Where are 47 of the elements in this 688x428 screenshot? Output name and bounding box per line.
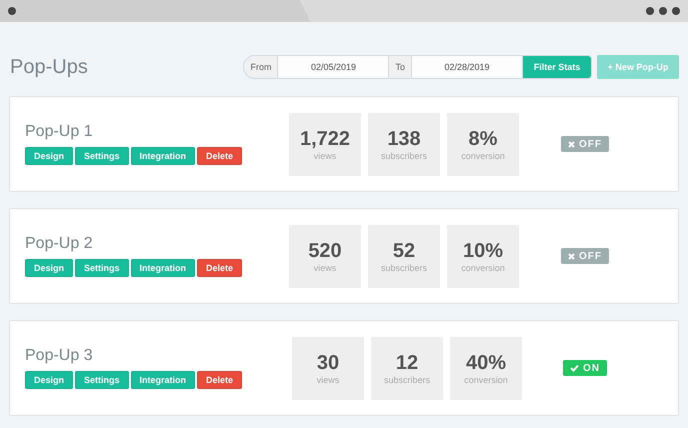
action-button[interactable]: Settings	[75, 259, 129, 277]
stat-value: 10%	[462, 240, 504, 262]
action-button[interactable]: Delete	[197, 371, 242, 389]
stat-label: views	[314, 262, 336, 272]
action-button[interactable]: Design	[25, 147, 74, 165]
action-button[interactable]: Design	[25, 259, 74, 277]
stat-value: 40%	[466, 352, 506, 374]
check-icon	[570, 364, 579, 372]
action-button[interactable]: Settings	[75, 147, 129, 165]
stat-label: subscribers	[380, 262, 427, 272]
from-label: From	[244, 56, 278, 78]
action-button[interactable]: Design	[25, 371, 74, 389]
action-button[interactable]: Settings	[75, 371, 129, 389]
stat-label: views	[316, 374, 340, 384]
from-date-input[interactable]: 02/05/2019	[278, 56, 388, 78]
stat-value: 8%	[468, 128, 498, 150]
stat-value: 12	[396, 352, 418, 374]
stat-label: subscribers	[384, 374, 430, 384]
stat-value: 138	[387, 128, 421, 150]
popup-name: Pop-Up 3	[25, 347, 94, 365]
stat-label: conversion	[461, 262, 505, 272]
to-label: To	[389, 56, 411, 78]
status-toggle[interactable]: OFF	[561, 136, 609, 152]
to-date-input[interactable]: 02/28/2019	[412, 56, 522, 78]
stat-label: conversion	[464, 374, 508, 384]
stat-value: 1,722	[300, 128, 350, 150]
filter-stats-button[interactable]: Filter Stats	[523, 56, 591, 78]
stat-label: subscribers	[380, 150, 427, 160]
stat-label: conversion	[461, 150, 505, 160]
status-toggle[interactable]: OFF	[561, 248, 609, 264]
stat-value: 520	[308, 240, 342, 262]
new-popup-button[interactable]: + New Pop-Up	[597, 55, 679, 79]
action-button[interactable]: Integration	[130, 259, 196, 277]
close-icon	[568, 252, 575, 260]
status-toggle[interactable]: ON	[563, 360, 607, 376]
stat-label: views	[314, 150, 336, 160]
action-button[interactable]: Delete	[197, 147, 242, 165]
popup-name: Pop-Up 1	[25, 123, 94, 141]
stat-value: 52	[392, 240, 416, 262]
window-dots-icon	[646, 7, 680, 15]
page-title: Pop-Ups	[10, 56, 89, 78]
action-button[interactable]: Delete	[197, 259, 242, 277]
popup-name: Pop-Up 2	[25, 235, 94, 253]
action-button[interactable]: Integration	[130, 147, 196, 165]
close-icon	[568, 140, 575, 148]
stat-value: 30	[316, 352, 340, 374]
action-button[interactable]: Integration	[130, 371, 196, 389]
